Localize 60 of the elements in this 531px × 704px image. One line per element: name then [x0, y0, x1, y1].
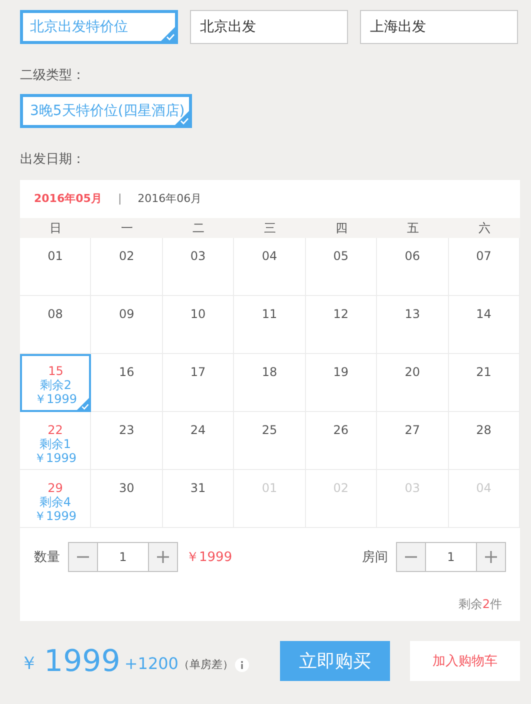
- surcharge-note: （单房差）: [178, 657, 234, 672]
- check-icon: [160, 26, 176, 42]
- rooms-label: 房间: [362, 549, 388, 566]
- day-cell[interactable]: 20: [377, 354, 449, 412]
- weekday-header: 五: [377, 218, 449, 238]
- decrease-button[interactable]: [68, 542, 98, 572]
- day-cell[interactable]: 10: [162, 296, 234, 354]
- plus-icon: [484, 550, 498, 564]
- separator: |: [118, 192, 122, 205]
- increase-button[interactable]: [148, 542, 178, 572]
- quantity-field[interactable]: 1: [426, 542, 476, 572]
- surcharge: +1200: [124, 654, 178, 673]
- total-price: 1999: [44, 644, 120, 678]
- unit-price: ￥1999: [186, 549, 232, 566]
- info-icon[interactable]: [235, 658, 250, 672]
- quantity-label: 数量: [34, 549, 60, 566]
- currency-symbol: ￥: [20, 652, 38, 675]
- day-cell[interactable]: 26: [306, 412, 378, 470]
- day-cell[interactable]: 24: [162, 412, 234, 470]
- day-cell[interactable]: 27: [377, 412, 449, 470]
- day-cell[interactable]: 09: [91, 296, 163, 354]
- weekday-header: 六: [448, 218, 520, 238]
- month-tab[interactable]: 2016年06月: [138, 191, 202, 206]
- weekday-header: 二: [162, 218, 234, 238]
- day-cell[interactable]: 30: [91, 470, 163, 528]
- day-cell[interactable]: 05: [306, 238, 378, 296]
- day-cell[interactable]: 08: [20, 296, 92, 354]
- day-cell[interactable]: 17: [162, 354, 234, 412]
- weekday-header: 三: [234, 218, 306, 238]
- day-cell[interactable]: 31: [162, 470, 234, 528]
- day-cell[interactable]: 21: [448, 354, 520, 412]
- day-cell[interactable]: 16: [91, 354, 163, 412]
- decrease-button[interactable]: [396, 542, 426, 572]
- day-cell[interactable]: 12: [306, 296, 378, 354]
- weekday-header: 一: [91, 218, 163, 238]
- day-cell[interactable]: 03: [162, 238, 234, 296]
- day-cell[interactable]: 13: [377, 296, 449, 354]
- day-cell[interactable]: 14: [448, 296, 520, 354]
- day-cell[interactable]: 02: [91, 238, 163, 296]
- day-cell[interactable]: 28: [448, 412, 520, 470]
- day-cell[interactable]: 19: [306, 354, 378, 412]
- section-label: 出发日期：: [20, 151, 86, 168]
- quantity-field[interactable]: 1: [98, 542, 148, 572]
- day-cell[interactable]: 18: [234, 354, 306, 412]
- weekday-header: 日: [20, 218, 92, 238]
- day-cell[interactable]: 06: [377, 238, 449, 296]
- day-cell[interactable]: 25: [234, 412, 306, 470]
- day-cell[interactable]: 01: [20, 238, 92, 296]
- increase-button[interactable]: [476, 542, 506, 572]
- plus-icon: [156, 550, 170, 564]
- option-button[interactable]: 上海出发: [360, 10, 518, 44]
- day-cell[interactable]: 07: [448, 238, 520, 296]
- day-cell[interactable]: 11: [234, 296, 306, 354]
- section-label: 二级类型：: [20, 67, 86, 84]
- weekday-header: 四: [306, 218, 378, 238]
- remaining-stock: 剩余2件: [457, 596, 503, 613]
- option-button[interactable]: 北京出发: [190, 10, 348, 44]
- check-icon: [76, 397, 90, 411]
- day-cell[interactable]: 23: [91, 412, 163, 470]
- day-cell[interactable]: 04: [234, 238, 306, 296]
